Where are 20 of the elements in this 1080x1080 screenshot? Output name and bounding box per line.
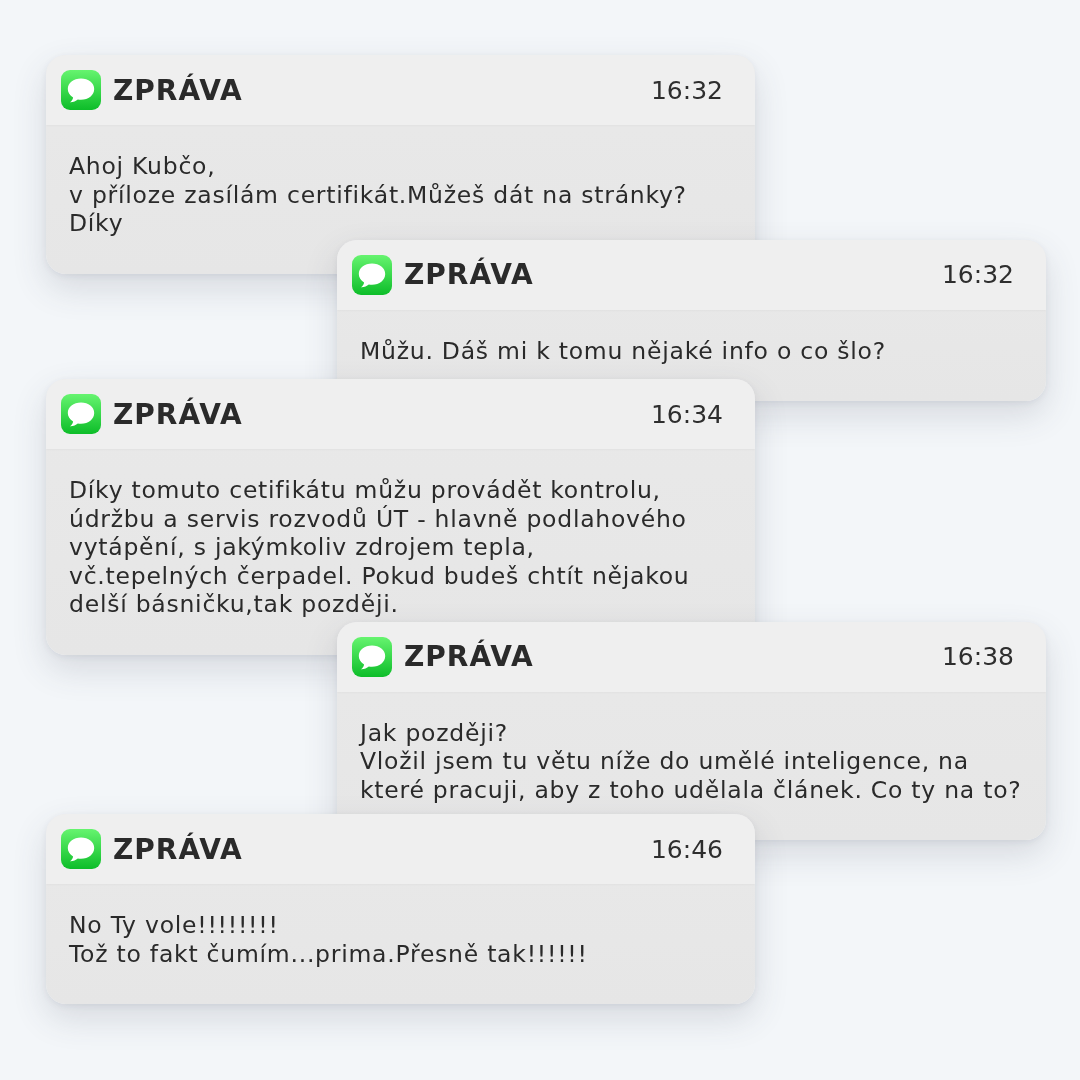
timestamp: 16:46 [650, 834, 723, 864]
app-name: ZPRÁVA [113, 397, 244, 431]
timestamp: 16:38 [941, 642, 1014, 671]
app-name: ZPRÁVA [113, 73, 244, 107]
app-name: ZPRÁVA [113, 832, 244, 866]
message-text: Ahoj Kubčo, v příloze zasílám certifikát.Můžeš dát na stránky? Díky [68, 151, 688, 238]
timestamp: 16:32 [650, 75, 723, 105]
speech-bubble-icon [61, 394, 101, 434]
message-text: Jak později? Vložil jsem tu větu níže do umělé inteligence, na které pracuji, aby z toho udělala článek. Co ty na to? [357, 717, 1023, 804]
speech-bubble-icon [352, 636, 392, 677]
message-text: Díky tomuto cetifikátu můžu provádět kontrolu, údržbu a servis rozvodů ÚT - hlavně podlahového vytápění, s jakýmkoliv zdrojem tepla, vč.tepelných čerpadel. Pokud budeš chtít nějakou delší básničku,tak později. [68, 475, 691, 619]
message-text: No Ty vole!!!!!!!! Tož to fakt čumím...prima.Přesně tak!!!!!! [68, 910, 589, 968]
speech-bubble-icon [61, 829, 101, 869]
app-name: ZPRÁVA [404, 258, 535, 291]
timestamp: 16:34 [650, 399, 723, 429]
app-name: ZPRÁVA [404, 640, 535, 673]
message-text: Můžu. Dáš mi k tomu nějaké info o co šlo? [359, 335, 887, 365]
speech-bubble-icon [61, 70, 101, 110]
speech-bubble-icon [352, 254, 392, 295]
timestamp: 16:32 [941, 260, 1014, 289]
